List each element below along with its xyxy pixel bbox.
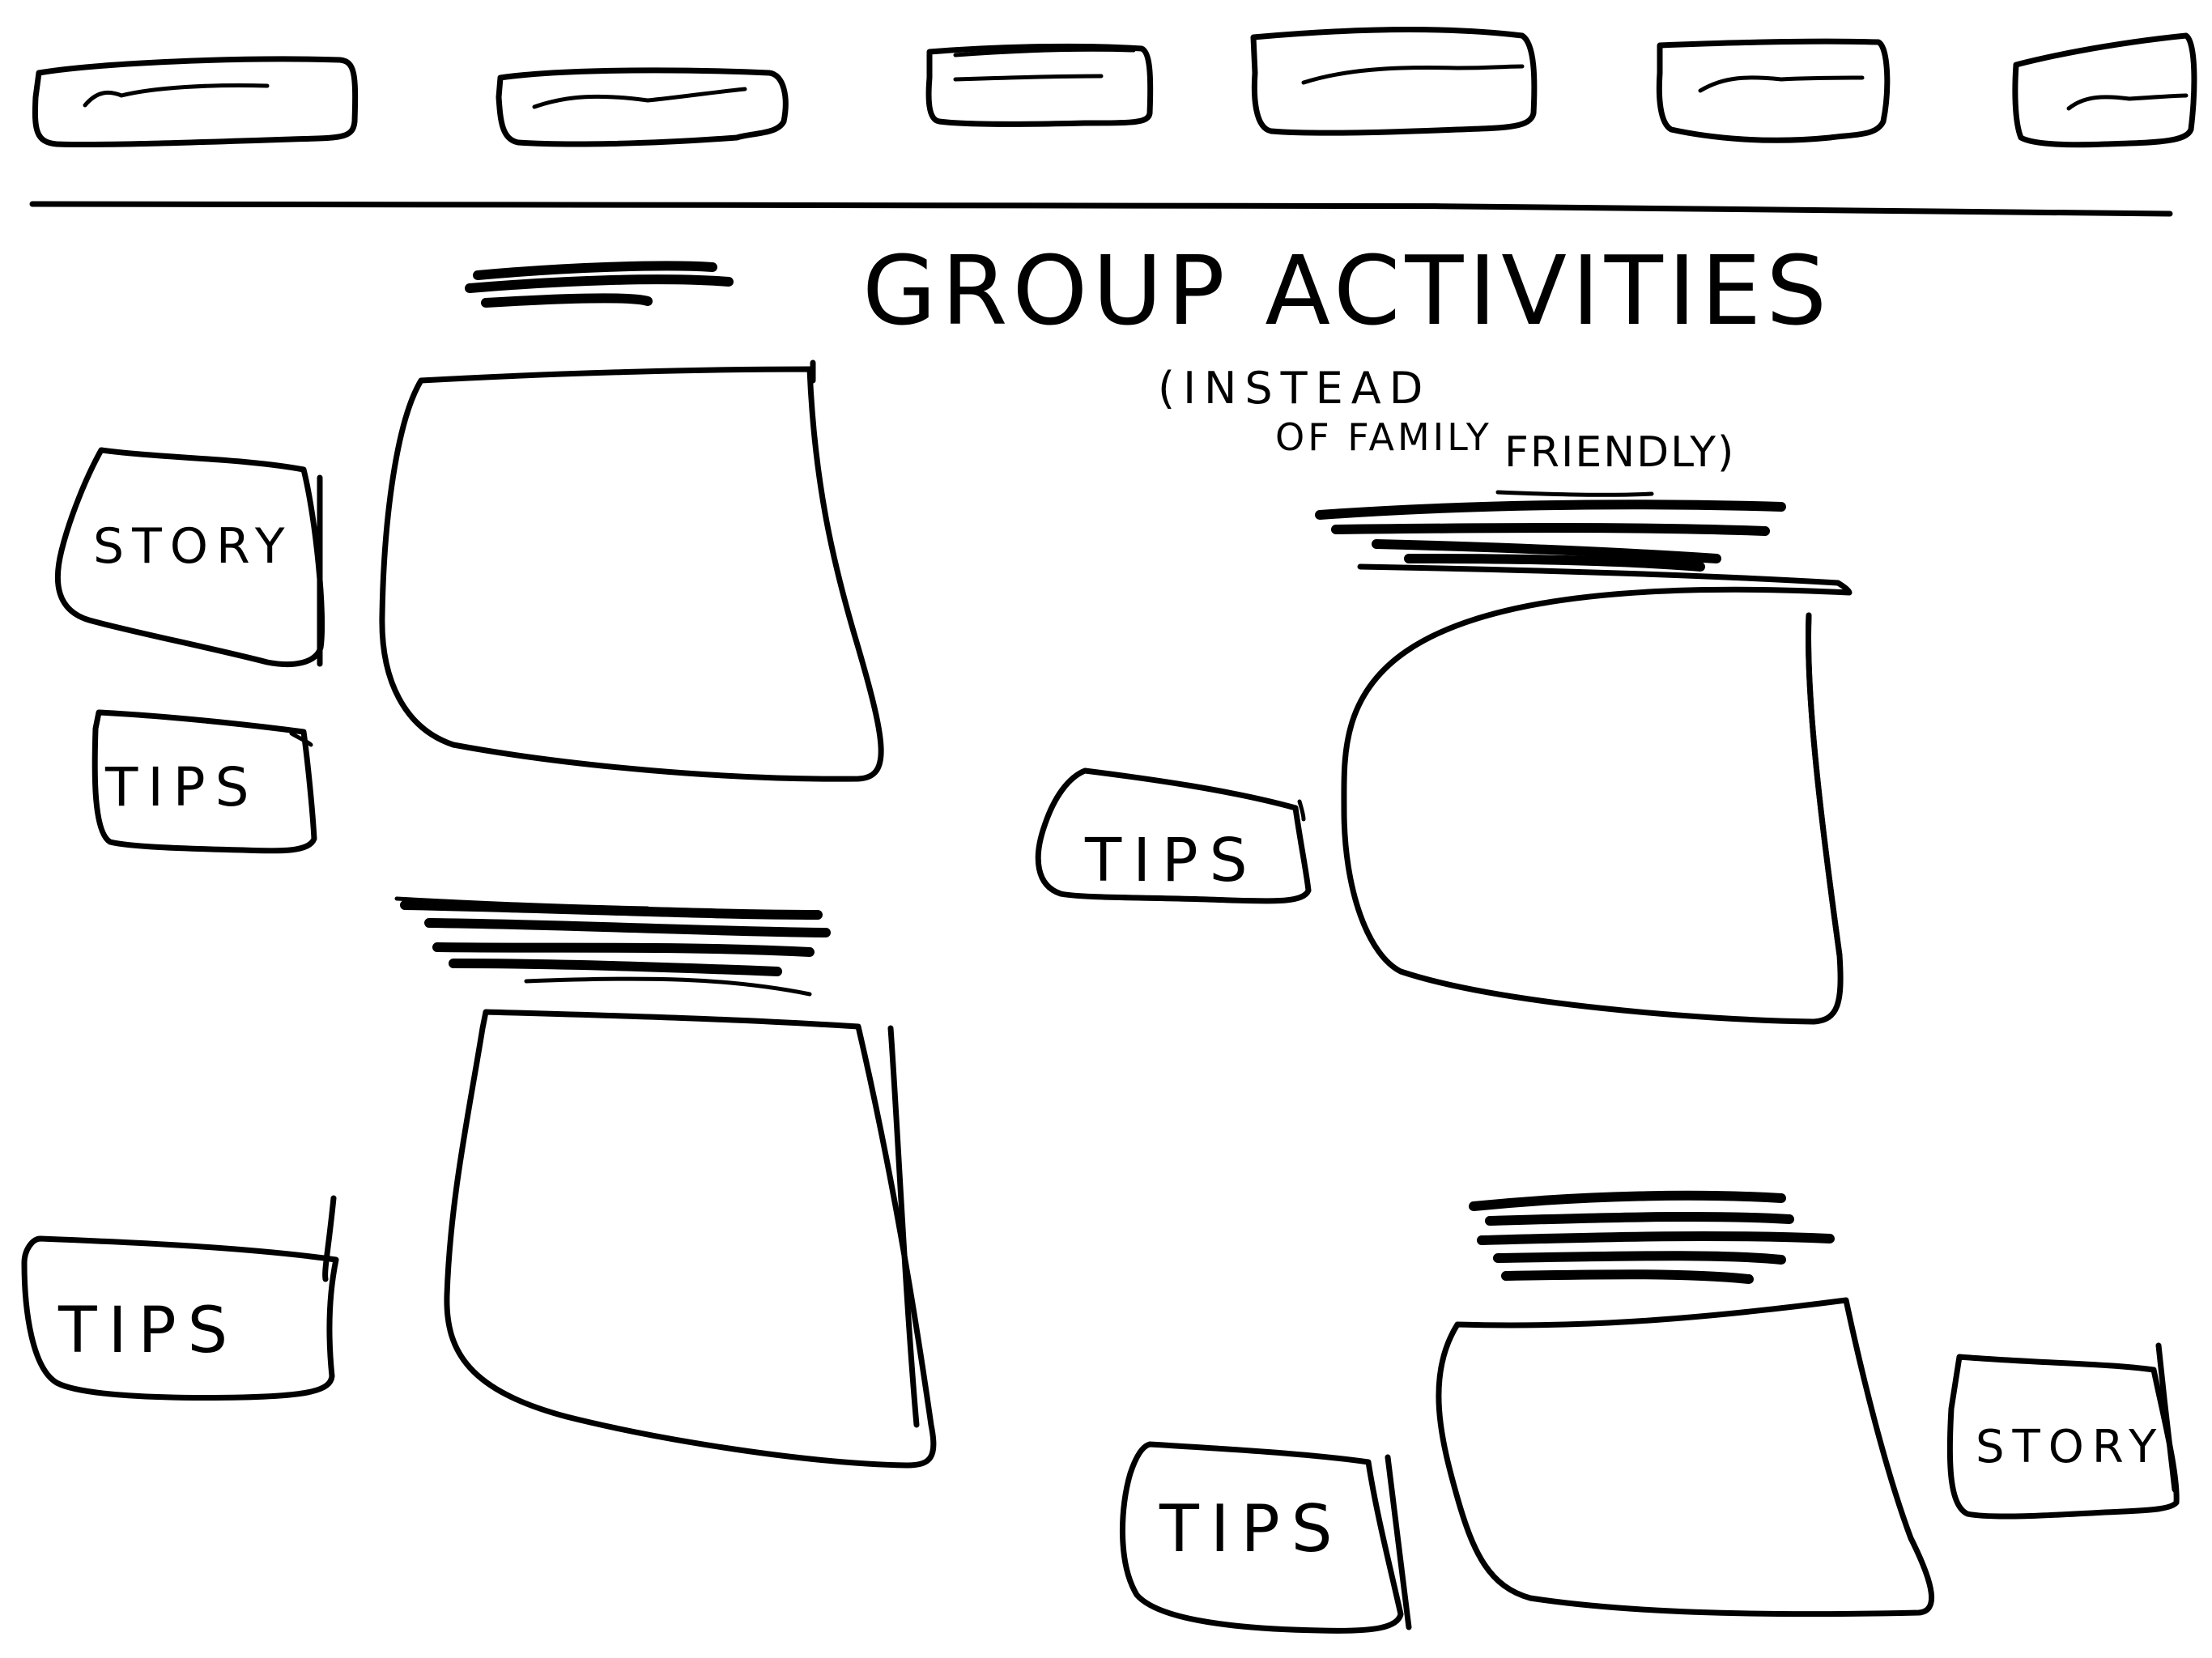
story-button-label: STORY xyxy=(1976,1421,2164,1473)
nav-tab-2[interactable] xyxy=(496,67,789,147)
activity-image-placeholder[interactable] xyxy=(379,366,884,782)
scribbled-heading xyxy=(1469,1190,1835,1284)
activity-image-placeholder[interactable] xyxy=(1341,563,1853,1025)
tips-button[interactable]: TIPS xyxy=(1119,1441,1412,1634)
scribbled-heading xyxy=(1315,500,1786,572)
activity-image-placeholder[interactable] xyxy=(1436,1297,1935,1618)
activity-section-bottom-right: TIPS STORY xyxy=(1119,1190,2180,1634)
nav-tab-5[interactable] xyxy=(1656,38,1891,143)
story-button[interactable]: STORY xyxy=(54,447,325,668)
nav-tab-6[interactable] xyxy=(2012,32,2197,148)
page-title: GROUP ACTIVITIES xyxy=(862,235,1831,346)
tips-button-label: TIPS xyxy=(1159,1491,1343,1567)
title-note-line2: OF FAMILY xyxy=(1275,415,1492,459)
title-note-line1: (INSTEAD xyxy=(1158,363,1431,414)
story-button[interactable]: STORY xyxy=(1946,1342,2180,1520)
tips-button[interactable]: TIPS xyxy=(91,709,317,854)
sketch-canvas: GROUP ACTIVITIES (INSTEAD OF FAMILY FRIE… xyxy=(21,27,2197,1634)
nav-bar xyxy=(32,27,2197,148)
activity-section-bottom-left: TIPS xyxy=(21,896,937,1469)
scribbled-heading xyxy=(465,261,734,308)
activity-section-right-middle: TIPS xyxy=(1035,490,1853,1025)
header-divider xyxy=(29,200,2173,217)
activity-image-placeholder[interactable] xyxy=(444,1009,937,1469)
nav-tab-4[interactable] xyxy=(1250,27,1538,136)
tips-button[interactable]: TIPS xyxy=(1035,767,1312,904)
nav-tab-1[interactable] xyxy=(32,56,359,148)
tips-button-label: TIPS xyxy=(57,1295,239,1367)
story-button-label: STORY xyxy=(93,518,292,575)
nav-tab-3[interactable] xyxy=(925,43,1154,127)
scribbled-heading xyxy=(400,900,831,976)
title-note-line3: FRIENDLY) xyxy=(1504,428,1735,477)
activity-section-top-left: STORY TIPS xyxy=(54,261,884,854)
tips-button-label: TIPS xyxy=(1084,826,1259,895)
tips-button[interactable]: TIPS xyxy=(21,1195,339,1401)
tips-button-label: TIPS xyxy=(104,756,258,818)
